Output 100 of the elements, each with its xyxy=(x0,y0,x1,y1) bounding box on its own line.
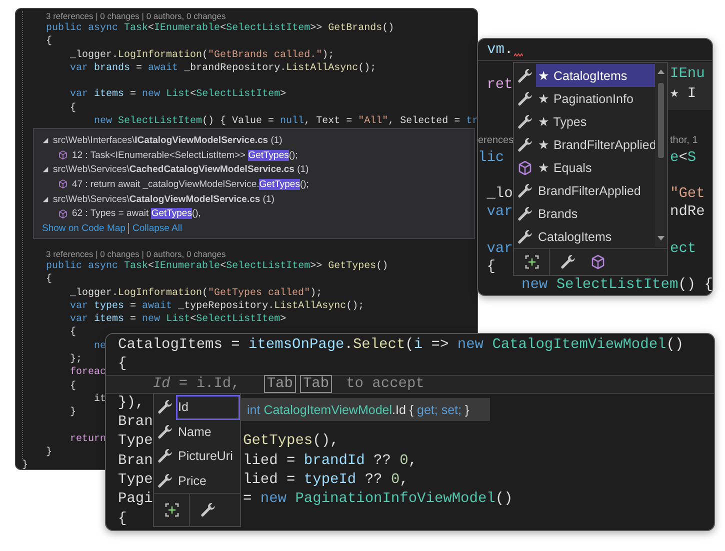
code-fragment: thor, 1 xyxy=(669,134,698,148)
code-fragment: lied = brandId ?? 0, xyxy=(242,452,418,471)
file-path[interactable]: src\Web\Services\CatalogViewModelService.cs (1) xyxy=(53,194,274,205)
code-line: CatalogItems = itemsOnPage.Select(i => new CatalogItemViewModel() xyxy=(118,336,684,355)
expand-triangle-icon[interactable] xyxy=(42,166,49,174)
cube-icon xyxy=(58,208,68,219)
tab-key-hint: Tab xyxy=(300,375,332,394)
completion-item[interactable]: ★ Equals xyxy=(536,156,655,179)
completion-item[interactable]: Price xyxy=(176,468,240,493)
code-fragment: IEnu xyxy=(670,65,706,84)
wrench-icon[interactable] xyxy=(560,254,576,270)
suggestion-text: Id = i.Id, xyxy=(152,374,240,394)
cube-icon xyxy=(58,150,68,160)
wrench-icon xyxy=(157,472,173,489)
code-line: var items = new List<SelectListItem> xyxy=(69,88,286,102)
wrench-icon[interactable] xyxy=(200,502,216,518)
code-fragment: = new PaginationInfoViewModel() xyxy=(242,490,513,510)
code-line: { xyxy=(118,510,127,529)
code-line: foreac xyxy=(69,366,106,380)
completion-item[interactable]: PictureUri xyxy=(176,444,240,468)
bracket-plus-icon[interactable] xyxy=(164,502,180,518)
wrench-icon xyxy=(157,399,173,416)
code-line: { xyxy=(69,380,76,393)
code-line: ne xyxy=(93,340,106,354)
completion-item[interactable]: ★ CatalogItems xyxy=(536,64,655,87)
code-line: }; xyxy=(69,353,82,366)
codelens-text: 3 references | 0 changes | 0 authors, 0 changes xyxy=(46,11,226,22)
completion-item[interactable]: ★ BrandFilterApplied xyxy=(536,133,656,156)
code-fragment: GetTypes(), xyxy=(242,432,339,452)
wrench-icon xyxy=(517,228,533,244)
reference-line[interactable]: 12 : Task<IEnumerable<SelectListItem>> GetTypes(); xyxy=(72,150,298,161)
completion-item[interactable]: Brands xyxy=(536,202,655,225)
code-line: return xyxy=(69,432,106,446)
wrench-icon xyxy=(517,136,533,152)
completion-item[interactable]: Name xyxy=(176,420,240,444)
code-line: { xyxy=(69,102,76,116)
code-line: { xyxy=(118,355,127,374)
completion-item[interactable]: CatalogItems xyxy=(536,225,655,248)
code-fragment: ect xyxy=(669,240,696,258)
wrench-icon xyxy=(517,182,533,198)
wrench-icon xyxy=(517,114,533,130)
wrench-icon xyxy=(157,448,173,464)
signature-text: int CatalogItemViewModel.Id { get; set; } xyxy=(247,402,470,416)
code-fragment: e<S xyxy=(669,148,696,167)
expand-triangle-icon[interactable] xyxy=(42,137,49,144)
file-path[interactable]: src\Web\Interfaces\ICatalogViewModelService.cs (1) xyxy=(53,135,282,146)
code-fragment: var xyxy=(486,240,513,258)
tab-key-hint: Tab xyxy=(264,375,296,394)
code-line: _logger.LogInformation("GetTypes called"); xyxy=(69,286,322,300)
code-fragment: Bran xyxy=(118,452,153,471)
bracket-plus-icon[interactable] xyxy=(524,254,540,270)
code-fragment: { xyxy=(486,258,496,276)
code-line: } xyxy=(69,406,76,420)
code-fragment: ndRe xyxy=(669,203,705,222)
code-fragment: Pagi xyxy=(118,490,153,510)
code-line: public async Task<IEnumerable<SelectListItem>> GetTypes() xyxy=(46,260,388,274)
codelens-text: 3 references | 0 changes | 0 authors, 0 changes xyxy=(46,248,226,260)
code-fragment: "Get xyxy=(669,185,705,204)
reference-line[interactable]: 62 : Types = await GetTypes(), xyxy=(72,208,201,220)
code-fragment: lic xyxy=(478,148,504,167)
code-line: var brands = await _brandRepository.ListAllAsync(); xyxy=(69,62,376,76)
error-squiggle xyxy=(514,53,524,57)
popup-link[interactable]: Show on Code Map xyxy=(42,222,126,234)
reference-line[interactable]: 47 : return await _catalogViewModelService.GetTypes(); xyxy=(72,178,309,190)
code-line: new SelectListItem() { xyxy=(520,276,712,294)
code-fragment: }), xyxy=(118,394,144,413)
code-line: new SelectListItem() { Value = null, Text = "All", Selected = tr xyxy=(93,115,477,128)
cube-icon xyxy=(58,179,68,190)
code-fragment: ret xyxy=(486,76,513,94)
code-fragment: ★ I xyxy=(670,85,698,104)
code-fragment: Type xyxy=(118,471,153,490)
code-fragment: _lo xyxy=(486,185,513,204)
wrench-icon xyxy=(517,206,533,222)
accept-hint: to accept xyxy=(346,374,424,394)
file-path[interactable]: src\Web\Services\CachedCatalogViewModelService.cs (1) xyxy=(53,164,309,176)
completion-item[interactable]: BrandFilterApplied xyxy=(536,179,655,202)
code-line: var items = new List<SelectListItem> xyxy=(69,313,286,326)
expand-triangle-icon[interactable] xyxy=(42,196,49,203)
code-fragment: var xyxy=(486,203,513,222)
code-line: vm. xyxy=(487,42,514,58)
code-fragment: erences xyxy=(478,134,514,148)
completion-item[interactable]: ★ Types xyxy=(536,110,655,133)
code-fragment: lied = typeId ?? 0, xyxy=(242,471,408,490)
code-line: { xyxy=(69,326,76,340)
code-line: { xyxy=(46,35,52,49)
cube-icon[interactable] xyxy=(590,254,606,270)
code-line: { xyxy=(46,273,52,287)
completion-item[interactable]: ★ PaginationInfo xyxy=(536,87,655,110)
code-fragment: Type xyxy=(118,432,153,452)
code-line: public async Task<IEnumerable<SelectListItem>> GetBrands() xyxy=(46,22,394,36)
wrench-icon xyxy=(157,424,173,440)
code-line: it xyxy=(93,392,106,406)
popup-link[interactable]: Collapse All xyxy=(128,222,182,234)
code-line: _logger.LogInformation("GetBrands called."); xyxy=(69,48,334,62)
wrench-icon xyxy=(517,90,533,106)
cube-icon xyxy=(517,160,533,176)
completion-item[interactable]: Id xyxy=(176,395,240,420)
code-line: var types = await _typeRepository.ListAllAsync(); xyxy=(69,300,364,314)
wrench-icon xyxy=(517,68,533,84)
code-line: } xyxy=(46,446,52,460)
